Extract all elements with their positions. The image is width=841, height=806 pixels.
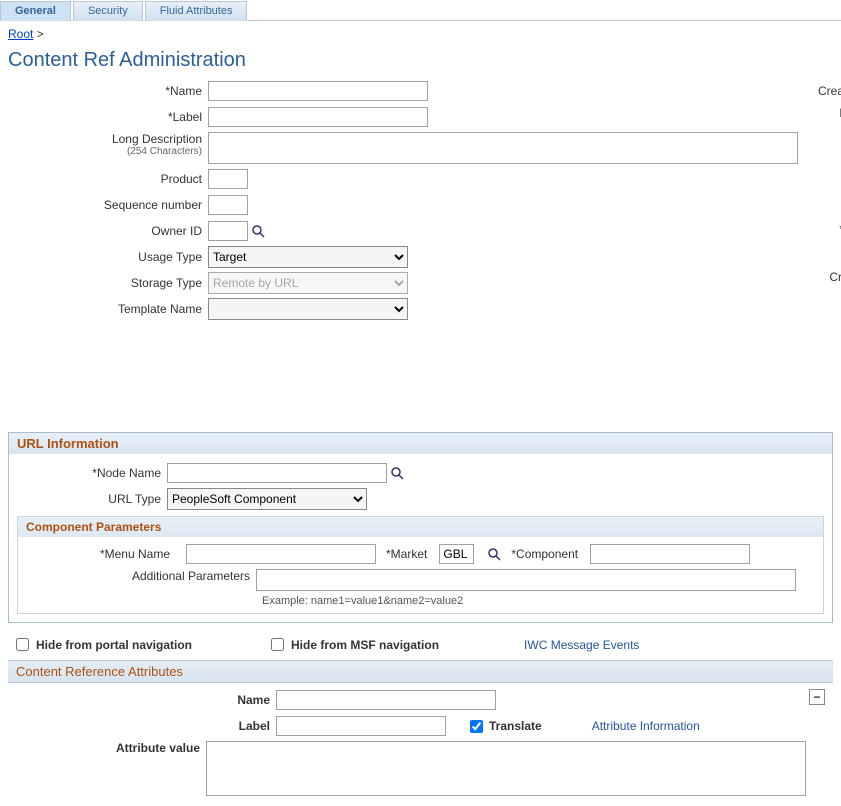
component-label: Component (511, 547, 580, 561)
seq-label: Sequence number (8, 198, 208, 212)
attr-name-input[interactable] (276, 690, 496, 710)
longdesc-textarea[interactable] (208, 132, 798, 164)
template-select[interactable] (208, 298, 408, 320)
component-params-group: Component Parameters Menu Name Market Co… (17, 516, 824, 614)
addl-textarea[interactable] (256, 569, 796, 591)
hide-portal-checkbox[interactable] (16, 638, 29, 651)
market-lookup-icon[interactable] (487, 547, 501, 561)
hide-portal-wrap[interactable]: Hide from portal navigation (12, 635, 192, 654)
validfrom-label: Valid from date (818, 222, 841, 236)
breadcrumb-root-link[interactable]: Root (8, 27, 33, 41)
owner-label: Owner ID (8, 224, 208, 238)
attr-value-label: Attribute value (16, 741, 206, 755)
menu-label: Menu Name (26, 547, 176, 561)
breadcrumb: Root > (0, 21, 841, 45)
attr-value-textarea[interactable] (206, 741, 806, 796)
url-info-group: URL Information Node Name URL Type Peopl… (8, 432, 833, 623)
attrs-collapse-button[interactable]: − (809, 689, 825, 705)
seq-input[interactable] (208, 195, 248, 215)
tab-bar: General Security Fluid Attributes (0, 0, 841, 21)
translate-checkbox[interactable] (470, 720, 483, 733)
product-label: Product (8, 172, 208, 186)
usage-label: Usage Type (8, 250, 208, 264)
tab-general[interactable]: General (0, 1, 71, 21)
label-label: Label (8, 110, 208, 124)
translate-wrap[interactable]: Translate (466, 717, 542, 736)
label-input[interactable] (208, 107, 428, 127)
product-input[interactable] (208, 169, 248, 189)
iwc-link[interactable]: IWC Message Events (524, 638, 639, 652)
owner-input[interactable] (208, 221, 248, 241)
attrs-header: Content Reference Attributes (8, 660, 833, 683)
attr-info-link[interactable]: Attribute Information (592, 719, 700, 733)
longdesc-label: Long Description (8, 132, 202, 146)
market-label: Market (386, 547, 429, 561)
storage-label: Storage Type (8, 276, 208, 290)
creationdate-label: Creation Date (818, 270, 841, 298)
hide-msf-wrap[interactable]: Hide from MSF navigation (267, 635, 439, 654)
urltype-label: URL Type (17, 492, 167, 506)
owner-lookup-icon[interactable] (251, 224, 265, 238)
hide-msf-checkbox[interactable] (271, 638, 284, 651)
hide-portal-label: Hide from portal navigation (36, 638, 192, 652)
parent-label: Parent Folder (818, 106, 841, 134)
hide-row: Hide from portal navigation Hide from MS… (8, 631, 833, 660)
url-info-header: URL Information (9, 433, 832, 454)
attr-name-label: Name (16, 693, 276, 707)
component-input[interactable] (590, 544, 750, 564)
breadcrumb-sep: > (37, 27, 44, 41)
addl-label: Additional Parameters (26, 569, 256, 583)
longdesc-hint: (254 Characters) (8, 146, 202, 157)
market-input[interactable] (439, 544, 474, 564)
attr-label-label: Label (16, 719, 276, 733)
template-label: Template Name (8, 302, 208, 316)
hide-msf-label: Hide from MSF navigation (291, 638, 439, 652)
component-params-header: Component Parameters (18, 517, 823, 537)
node-lookup-icon[interactable] (390, 466, 404, 480)
node-label: Node Name (17, 466, 167, 480)
createdby-label: CreatedBy (818, 84, 841, 98)
tab-fluid-attributes[interactable]: Fluid Attributes (145, 1, 248, 21)
tab-security[interactable]: Security (73, 1, 143, 21)
urltype-select[interactable]: PeopleSoft Component (167, 488, 367, 510)
addl-hint: Example: name1=value1&name2=value2 (262, 595, 815, 607)
page-title: Content Ref Administration (0, 45, 841, 80)
usage-select[interactable]: Target (208, 246, 408, 268)
menu-input[interactable] (186, 544, 376, 564)
name-input[interactable] (208, 81, 428, 101)
translate-label: Translate (489, 719, 542, 733)
storage-select: Remote by URL (208, 272, 408, 294)
name-label: Name (8, 84, 208, 98)
attr-label-input[interactable] (276, 716, 446, 736)
node-input[interactable] (167, 463, 387, 483)
validto-label: Valid to date (818, 248, 841, 262)
